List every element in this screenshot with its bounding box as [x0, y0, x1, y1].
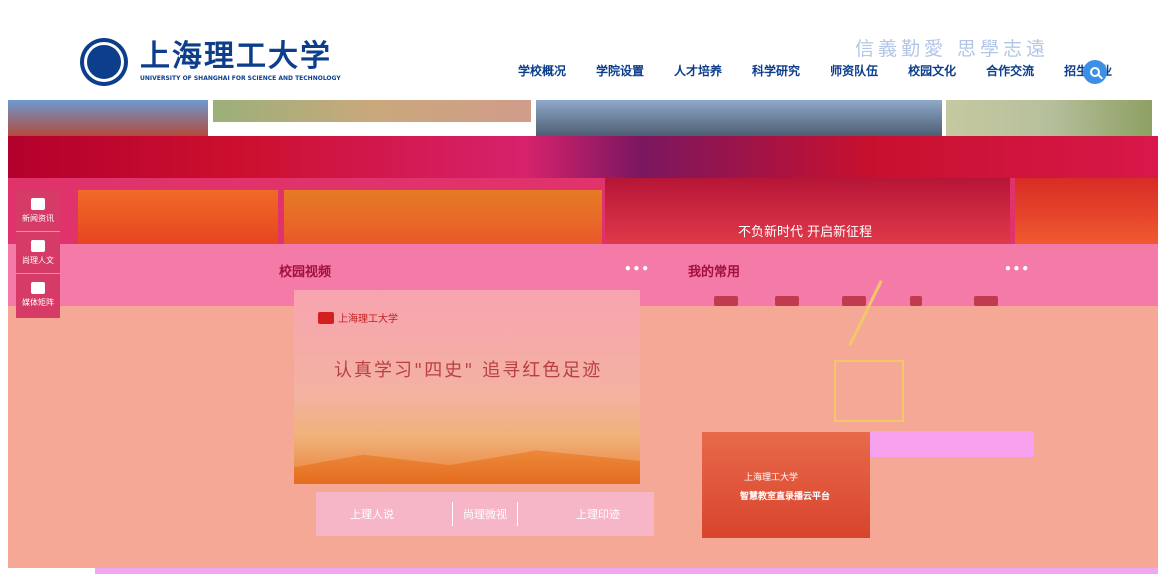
common-section-title: 我的常用	[688, 265, 741, 280]
video-tabs: 上理人说 尚理微视 上理印迹	[316, 492, 654, 536]
smart-classroom-card[interactable]: 上海理工大学 智慧教室直录播云平台	[702, 432, 870, 538]
search-button[interactable]	[1083, 60, 1107, 84]
banner-photo-campus-building[interactable]	[8, 100, 208, 136]
sidebar-item-label: 尚理人文	[22, 255, 54, 265]
newspaper-icon	[31, 197, 45, 210]
video-title: 认真学习"四史" 追寻红色足迹	[334, 360, 603, 381]
banner-photo-autumn-path[interactable]	[284, 190, 602, 244]
shortcut-icon[interactable]	[775, 296, 799, 306]
site-header: 上海理工大学 UNIVERSITY OF SHANGHAI FOR SCIENC…	[0, 0, 1158, 100]
shortcut-highlight	[834, 360, 904, 422]
cloud-card-logo: 上海理工大学	[744, 473, 799, 483]
nav-item-research[interactable]: 科学研究	[752, 62, 800, 79]
logo-english-name: UNIVERSITY OF SHANGHAI FOR SCIENCE AND T…	[140, 75, 341, 82]
quick-sidebar: 新闻资讯 尚理人文 媒体矩阵	[16, 190, 60, 318]
logo-chinese-name: 上海理工大学	[140, 39, 332, 74]
video-badge: 上海理工大学	[318, 310, 398, 325]
tab-micro-videos[interactable]: 尚理微视	[452, 502, 518, 526]
main-nav: 学校概况 学院设置 人才培养 科学研究 师资队伍 校园文化 合作交流 招生就业	[518, 62, 1142, 79]
video-hills-graphic	[294, 450, 640, 484]
sidebar-item-media[interactable]: 媒体矩阵	[16, 274, 60, 316]
cloud-card-title: 智慧教室直录播云平台	[740, 492, 831, 502]
banner-photo-autumn-trees[interactable]	[78, 190, 278, 244]
banner-photo-flowers[interactable]	[946, 100, 1152, 136]
banner-photo-campus-aerial[interactable]	[213, 100, 531, 122]
shortcut-icon[interactable]	[910, 296, 922, 306]
video-section-title: 校园视频	[279, 265, 332, 280]
featured-video[interactable]: 上海理工大学 认真学习"四史" 追寻红色足迹	[294, 290, 640, 484]
nav-item-schools[interactable]: 学院设置	[596, 62, 644, 79]
university-motto: 信義勤愛 思學志遠	[855, 38, 1050, 60]
megaphone-icon	[31, 282, 45, 294]
sidebar-item-culture[interactable]: 尚理人文	[16, 232, 60, 274]
link-highlight[interactable]	[870, 431, 1034, 457]
common-more-button[interactable]: •••	[1004, 262, 1030, 276]
shortcut-icon[interactable]	[842, 296, 866, 306]
sidebar-item-label: 媒体矩阵	[22, 298, 54, 307]
nav-item-faculty[interactable]: 师资队伍	[830, 62, 878, 79]
banner-glitch-band	[8, 136, 1158, 178]
university-seal-icon	[80, 38, 128, 86]
tab-imprints[interactable]: 上理印迹	[566, 502, 630, 526]
search-icon	[1090, 67, 1100, 77]
nav-item-culture[interactable]: 校园文化	[908, 62, 956, 79]
university-logo[interactable]: 上海理工大学 UNIVERSITY OF SHANGHAI FOR SCIENC…	[80, 38, 341, 86]
banner-photo-historic-building[interactable]	[1015, 178, 1158, 244]
nav-item-cooperation[interactable]: 合作交流	[986, 62, 1034, 79]
shortcut-icon[interactable]	[974, 296, 998, 306]
tab-people-talk[interactable]: 上理人说	[340, 502, 404, 526]
banner-photo-river-view[interactable]	[536, 100, 942, 136]
nav-item-overview[interactable]: 学校概况	[518, 62, 566, 79]
banner-caption: 不负新时代 开启新征程	[738, 225, 873, 240]
book-icon	[31, 239, 45, 252]
nav-item-education[interactable]: 人才培养	[674, 62, 722, 79]
video-more-button[interactable]: •••	[624, 262, 650, 276]
logo-text: 上海理工大学 UNIVERSITY OF SHANGHAI FOR SCIENC…	[140, 39, 341, 83]
sidebar-item-label: 新闻资讯	[22, 213, 54, 223]
sidebar-item-news[interactable]: 新闻资讯	[16, 190, 60, 232]
shortcut-icon[interactable]	[714, 296, 738, 306]
bottom-strip	[95, 568, 1158, 574]
